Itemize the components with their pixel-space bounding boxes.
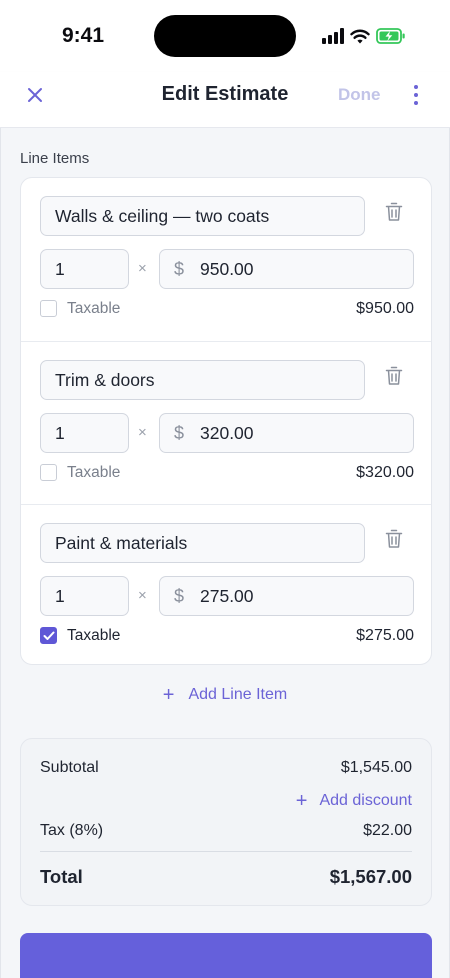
unit-price-value: 275.00 <box>200 586 254 606</box>
status-icons <box>322 25 406 47</box>
more-vertical-icon <box>414 85 418 89</box>
line-items-card: Walls & ceiling — two coats 1 × $ 950.00… <box>20 177 432 665</box>
checkmark-icon <box>43 631 54 640</box>
line-item: Walls & ceiling — two coats 1 × $ 950.00… <box>21 178 431 342</box>
description-input[interactable]: Trim & doors <box>40 360 365 400</box>
totals-card: Subtotal $1,545.00 + Add discount Tax (8… <box>20 738 432 906</box>
trash-icon <box>385 366 403 385</box>
battery-charging-icon <box>376 28 405 44</box>
description-input[interactable]: Paint & materials <box>40 523 365 563</box>
unit-price-input[interactable]: $ 275.00 <box>159 576 414 616</box>
estimate-form: Line Items Walls & ceiling — two coats 1… <box>0 128 450 978</box>
unit-price-value: 950.00 <box>200 259 254 279</box>
multiply-sign: × <box>138 587 147 604</box>
line-item-total: $950.00 <box>356 300 414 317</box>
currency-symbol: $ <box>174 586 185 606</box>
total-value: $1,567.00 <box>329 866 412 887</box>
line-item: Paint & materials 1 × $ 275.00 Taxable $… <box>21 504 431 664</box>
line-item-total: $320.00 <box>356 464 414 481</box>
add-line-item-button[interactable]: + Add Line Item <box>1 683 449 707</box>
more-options-button[interactable] <box>405 80 427 110</box>
quantity-input[interactable]: 1 <box>40 413 129 453</box>
taxable-checkbox[interactable] <box>40 464 57 481</box>
unit-price-input[interactable]: $ 320.00 <box>159 413 414 453</box>
taxable-checkbox[interactable] <box>40 627 57 644</box>
done-button[interactable]: Done <box>338 85 381 105</box>
quantity-input[interactable]: 1 <box>40 249 129 289</box>
add-discount-label: Add discount <box>319 792 412 809</box>
add-line-item-label: Add Line Item <box>188 686 288 703</box>
tax-value: $22.00 <box>363 822 412 839</box>
page-title: Edit Estimate <box>161 83 289 105</box>
delete-line-item-button[interactable] <box>385 366 405 388</box>
plus-icon: + <box>162 684 175 706</box>
taxable-label: Taxable <box>67 464 121 481</box>
unit-price-value: 320.00 <box>200 423 254 443</box>
taxable-checkbox[interactable] <box>40 300 57 317</box>
wifi-icon <box>350 29 370 44</box>
trash-icon <box>385 529 403 548</box>
line-items-heading: Line Items <box>20 150 90 167</box>
delete-line-item-button[interactable] <box>385 202 405 224</box>
plus-icon: + <box>295 790 308 812</box>
status-bar: 9:41 <box>0 0 450 72</box>
line-item: Trim & doors 1 × $ 320.00 Taxable $320.0… <box>21 341 431 505</box>
tax-label: Tax (8%) <box>40 822 104 839</box>
multiply-sign: × <box>138 260 147 277</box>
cellular-signal-icon <box>322 28 344 44</box>
subtotal-label: Subtotal <box>40 759 99 776</box>
status-time: 9:41 <box>62 24 105 47</box>
dynamic-island <box>154 15 296 57</box>
divider <box>40 851 412 852</box>
multiply-sign: × <box>138 424 147 441</box>
add-discount-button[interactable]: + Add discount <box>296 791 412 811</box>
quantity-input[interactable]: 1 <box>40 576 129 616</box>
total-label: Total <box>40 866 83 887</box>
delete-line-item-button[interactable] <box>385 529 405 551</box>
taxable-label: Taxable <box>67 627 121 644</box>
description-input[interactable]: Walls & ceiling — two coats <box>40 196 365 236</box>
currency-symbol: $ <box>174 259 185 279</box>
line-item-total: $275.00 <box>356 627 414 644</box>
primary-action-button[interactable] <box>20 933 432 978</box>
subtotal-value: $1,545.00 <box>340 759 412 776</box>
currency-symbol: $ <box>174 423 185 443</box>
taxable-label: Taxable <box>67 300 121 317</box>
unit-price-input[interactable]: $ 950.00 <box>159 249 414 289</box>
trash-icon <box>385 202 403 221</box>
nav-bar: Edit Estimate Done <box>0 72 450 128</box>
